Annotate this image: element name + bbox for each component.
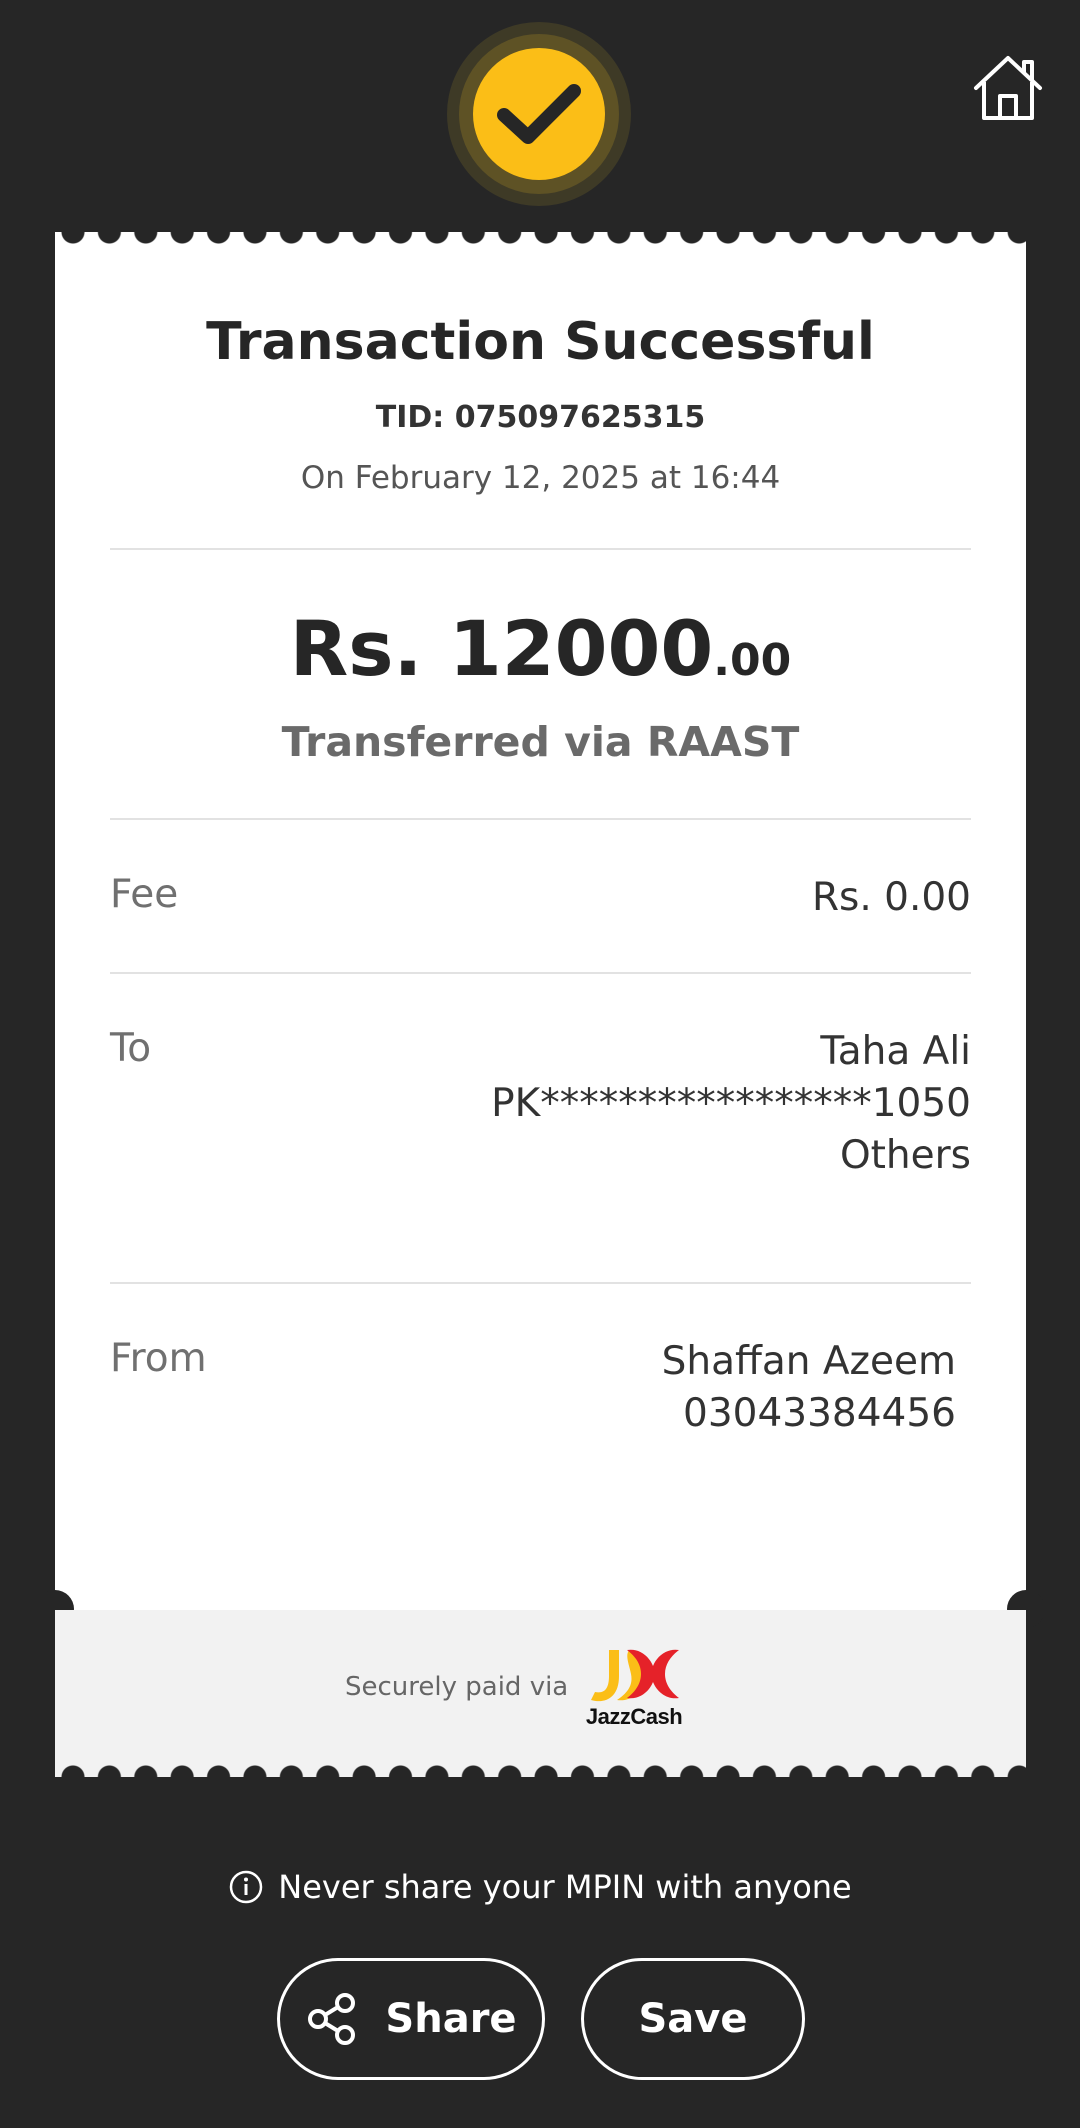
receipt-card: Transaction Successful TID: 075097625315…	[36, 232, 1045, 1777]
share-button[interactable]: Share	[277, 1958, 545, 2080]
divider	[110, 548, 971, 550]
checkmark-icon	[497, 84, 581, 144]
share-icon	[308, 1993, 356, 2045]
transaction-amount: Rs. 12000.00	[55, 604, 1026, 693]
mpin-warning: Never share your MPIN with anyone	[0, 1868, 1080, 1906]
to-details: Taha Ali PK*****************1050 Others	[491, 1026, 971, 1182]
sender-name: Shaffan Azeem	[661, 1339, 956, 1384]
share-label: Share	[385, 1996, 517, 2042]
receipt-bottom-edge	[55, 1757, 1026, 1777]
save-label: Save	[638, 1996, 748, 2042]
secure-paid-text: Securely paid via	[345, 1672, 569, 1702]
save-button[interactable]: Save	[581, 1958, 805, 2080]
transaction-id: TID: 075097625315	[375, 400, 706, 435]
transfer-method: Transferred via RAAST	[281, 718, 800, 766]
recipient-name: Taha Ali	[820, 1029, 971, 1074]
mpin-warning-text: Never share your MPIN with anyone	[278, 1868, 852, 1906]
home-icon[interactable]	[972, 54, 1044, 122]
jazzcash-wordmark: JazzCash	[585, 1704, 683, 1729]
divider	[110, 818, 971, 820]
divider	[110, 972, 971, 974]
from-details: Shaffan Azeem 03043384456	[662, 1336, 956, 1440]
to-label: To	[110, 1026, 152, 1071]
recipient-bank: Others	[839, 1133, 971, 1178]
amount-decimal: .00	[713, 635, 792, 686]
transaction-date: On February 12, 2025 at 16:44	[300, 460, 781, 496]
info-icon	[230, 1870, 263, 1904]
sender-number: 03043384456	[683, 1391, 956, 1436]
receipt-title: Transaction Successful	[206, 312, 875, 372]
recipient-account: PK*****************1050	[491, 1081, 971, 1126]
fee-label: Fee	[110, 872, 179, 917]
divider	[110, 1282, 971, 1284]
from-label: From	[110, 1336, 207, 1381]
amount-main: Rs. 12000	[289, 604, 714, 693]
fee-value: Rs. 0.00	[811, 875, 971, 920]
success-badge	[447, 22, 631, 206]
receipt-top-edge	[55, 232, 1026, 252]
